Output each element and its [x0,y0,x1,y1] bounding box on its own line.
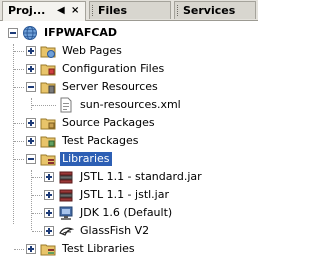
expand-toggle-icon[interactable] [26,118,36,128]
expand-toggle-icon[interactable] [26,46,36,56]
library-books-icon [59,171,73,184]
web-pages-folder-icon [40,46,56,58]
explorer-tab-strip: Proj... ◀ × Files Services [0,0,258,21]
tree-node-libraries[interactable]: Libraries [0,150,258,168]
tree-guide-line [14,51,24,52]
tree-node-jdk[interactable]: JDK 1.6 (Default) [0,204,258,222]
tree-guide-line [14,141,24,142]
server-resources-folder-icon [40,82,56,94]
tree-node-label: Web Pages [62,44,122,57]
tree-node-label: Libraries [60,152,112,166]
glassfish-server-icon [59,227,74,236]
tree-guide-line [32,231,42,232]
tree-node-sun-resources[interactable]: sun-resources.xml [0,96,258,114]
expand-toggle-icon[interactable] [44,208,54,218]
source-packages-folder-icon [40,118,56,130]
restore-window-icon[interactable]: ◀ [57,2,65,19]
expand-toggle-icon[interactable] [26,64,36,74]
tree-node-glassfish[interactable]: GlassFish V2 [0,222,258,240]
tab-projects[interactable]: Proj... ◀ × [2,1,86,21]
project-name: IFPWAFCAD [44,26,118,39]
tree-node-label: Server Resources [62,80,158,93]
tab-services-label: Services [183,4,236,17]
close-tab-icon[interactable]: × [71,2,79,19]
tab-files[interactable]: Files [89,1,171,19]
tree-node-label: sun-resources.xml [80,98,181,111]
test-packages-folder-icon [40,136,56,148]
xml-file-icon [60,97,72,113]
tree-node-jstl-jar[interactable]: JSTL 1.1 - jstl.jar [0,186,258,204]
expand-toggle-icon[interactable] [44,226,54,236]
tree-guide-line [14,87,24,88]
web-project-globe-icon [23,26,37,40]
tree-guide-line [32,213,42,214]
tree-guide-line [14,249,24,250]
tree-node-jstl-standard[interactable]: JSTL 1.1 - standard.jar [0,168,258,186]
tree-guide-line [14,69,24,70]
library-books-icon [59,189,73,202]
tree-node-label: JSTL 1.1 - standard.jar [80,170,202,183]
tree-node-server-resources[interactable]: Server Resources [0,78,258,96]
tree-node-source-packages[interactable]: Source Packages [0,114,258,132]
tab-files-label: Files [98,4,128,17]
configuration-folder-icon [40,64,56,76]
tab-grip-icon [177,5,180,16]
tree-node-configuration-files[interactable]: Configuration Files [0,60,258,78]
tree-node-label: Configuration Files [62,62,165,75]
tree-node-label: GlassFish V2 [80,224,150,237]
tree-guide-line [32,105,56,106]
tree-node-label: Source Packages [62,116,155,129]
collapse-toggle-icon[interactable] [8,28,18,38]
collapse-toggle-icon[interactable] [26,154,36,164]
tree-guide-line [32,177,42,178]
tree-node-web-pages[interactable]: Web Pages [0,42,258,60]
tree-node-test-packages[interactable]: Test Packages [0,132,258,150]
tree-node-label: Test Packages [62,134,139,147]
tree-guide-line [14,159,24,160]
tree-node-test-libraries[interactable]: Test Libraries [0,240,258,258]
tree-guide-line [14,123,24,124]
tree-node-label: Test Libraries [62,242,135,255]
expand-toggle-icon[interactable] [26,136,36,146]
expand-toggle-icon[interactable] [44,190,54,200]
libraries-folder-icon [40,154,56,166]
tree-node-label: JSTL 1.1 - jstl.jar [80,188,169,201]
expand-toggle-icon[interactable] [26,244,36,254]
collapse-toggle-icon[interactable] [26,82,36,92]
tab-grip-icon [92,5,95,16]
tree-node-label: JDK 1.6 (Default) [80,206,173,219]
expand-toggle-icon[interactable] [44,172,54,182]
jdk-platform-icon [59,206,73,220]
test-libraries-folder-icon [40,244,56,256]
tree-guide-line [32,195,42,196]
tree-node-root[interactable]: IFPWAFCAD [0,24,258,42]
tab-services[interactable]: Services [174,1,256,19]
tab-projects-label: Proj... [8,4,46,17]
